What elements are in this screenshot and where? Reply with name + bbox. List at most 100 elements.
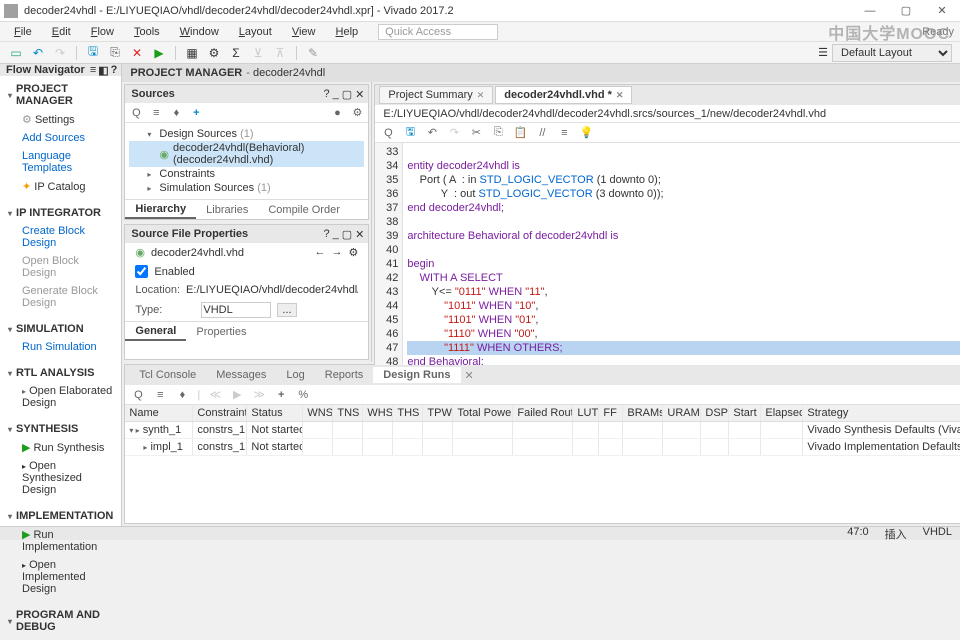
settings-icon[interactable]: ⚙ (206, 45, 222, 61)
p-max-icon[interactable]: ▢ (342, 228, 352, 241)
more-icon[interactable]: ? (111, 64, 118, 77)
menu-view[interactable]: View (284, 24, 324, 40)
ed-bulb-icon[interactable]: 💡 (579, 126, 593, 140)
tab-hierarchy[interactable]: Hierarchy (125, 201, 196, 219)
ed-search-icon[interactable]: Q (381, 126, 395, 140)
ed-copy-icon[interactable]: ⎘ (491, 126, 505, 140)
back-icon[interactable]: ↶ (30, 45, 46, 61)
forward-icon[interactable]: ↷ (52, 45, 68, 61)
ed-cut-icon[interactable]: ✂ (469, 126, 483, 140)
ed-paste-icon[interactable]: 📋 (513, 126, 527, 140)
tab-design-runs[interactable]: Design Runs (373, 367, 460, 383)
menu-flow[interactable]: Flow (83, 24, 122, 40)
collapse-icon[interactable]: ≡ (90, 64, 96, 77)
nav-language-templates[interactable]: Language Templates (0, 147, 121, 177)
dr-play-icon[interactable]: ▶ (230, 388, 244, 402)
filter-icon[interactable]: ● (330, 106, 344, 120)
tab-libraries[interactable]: Libraries (196, 202, 258, 218)
src-max-icon[interactable]: ▢ (342, 88, 352, 101)
src-close-icon[interactable]: ✕ (355, 88, 364, 101)
save-icon[interactable]: 🖫 (85, 45, 101, 61)
ed-redo-icon[interactable]: ↷ (447, 126, 461, 140)
section-simulation[interactable]: SIMULATION (0, 320, 121, 338)
tool3-icon[interactable]: ✎ (305, 45, 321, 61)
table-row[interactable]: ▾ ▸ synth_1constrs_1Not startedVivado Sy… (125, 422, 960, 439)
tab-project-summary[interactable]: Project Summary✕ (379, 86, 493, 104)
stop-icon[interactable]: ▦ (184, 45, 200, 61)
enabled-checkbox[interactable] (135, 265, 148, 278)
src-help-icon[interactable]: ? (324, 88, 330, 101)
close-button[interactable]: ✕ (928, 2, 956, 20)
dr-ff-icon[interactable]: ≫ (252, 388, 266, 402)
section-program-debug[interactable]: PROGRAM AND DEBUG (0, 606, 121, 636)
dr-filter-icon[interactable]: ♦ (175, 388, 189, 402)
cancel-icon[interactable]: ✕ (129, 45, 145, 61)
nav-run-synthesis[interactable]: ▶Run Synthesis (0, 438, 121, 457)
design-sources-node[interactable]: Design Sources (1) (159, 128, 253, 140)
menu-layout[interactable]: Layout (231, 24, 280, 40)
props-gear-icon[interactable]: ⚙ (349, 246, 359, 259)
sigma-icon[interactable]: Σ (228, 45, 244, 61)
dr-rewind-icon[interactable]: ≪ (208, 388, 222, 402)
constraints-node[interactable]: Constraints (159, 168, 215, 180)
dr-percent-icon[interactable]: % (296, 388, 310, 402)
nav-run-simulation[interactable]: Run Simulation (0, 338, 121, 356)
collapse-all-icon[interactable]: ≡ (149, 106, 163, 120)
nav-create-block-design[interactable]: Create Block Design (0, 222, 121, 252)
sim-sources-node[interactable]: Simulation Sources (1) (159, 182, 270, 194)
nav-settings[interactable]: ⚙ Settings (0, 110, 121, 129)
layout-dropdown[interactable]: Default Layout (832, 44, 952, 62)
design-runs-table[interactable]: NameConstraintsStatusWNSTNSWHSTHSTPWSTot… (125, 405, 960, 523)
expand-icon[interactable]: ♦ (169, 106, 183, 120)
maximize-button[interactable]: ▢ (892, 2, 920, 20)
code-text[interactable]: entity decoder24vhdl is Port ( A : in ST… (403, 143, 960, 385)
section-implementation[interactable]: IMPLEMENTATION (0, 507, 121, 525)
prev-icon[interactable]: ← (315, 246, 326, 259)
type-field[interactable] (201, 302, 271, 318)
tool1-icon[interactable]: ⊻ (250, 45, 266, 61)
menu-file[interactable]: File (6, 24, 40, 40)
next-icon[interactable]: → (332, 246, 343, 259)
tab-log[interactable]: Log (276, 367, 314, 383)
tab-properties[interactable]: Properties (186, 324, 256, 340)
tab-compile-order[interactable]: Compile Order (258, 202, 350, 218)
new-icon[interactable]: ▭ (8, 45, 24, 61)
tab-close-icon[interactable]: ✕ (465, 369, 474, 382)
menu-tools[interactable]: Tools (126, 24, 168, 40)
dr-search-icon[interactable]: Q (131, 388, 145, 402)
dr-collapse-icon[interactable]: ≡ (153, 388, 167, 402)
tab-messages[interactable]: Messages (206, 367, 276, 383)
menu-edit[interactable]: Edit (44, 24, 79, 40)
copy-icon[interactable]: ⎘ (107, 45, 123, 61)
tab-tcl-console[interactable]: Tcl Console (129, 367, 206, 383)
section-rtl-analysis[interactable]: RTL ANALYSIS (0, 364, 121, 382)
tool2-icon[interactable]: ⊼ (272, 45, 288, 61)
menu-help[interactable]: Help (328, 24, 367, 40)
tab-reports[interactable]: Reports (315, 367, 374, 383)
src-min-icon[interactable]: _ (333, 88, 339, 101)
table-row[interactable]: ▸ impl_1constrs_1Not startedVivado Imple… (125, 439, 960, 456)
p-help-icon[interactable]: ? (324, 228, 330, 241)
tab-editor-file[interactable]: decoder24vhdl.vhd *✕ (495, 86, 632, 104)
source-file-node[interactable]: decoder24vhdl(Behavioral) (decoder24vhdl… (173, 142, 364, 166)
pin-icon[interactable]: ◧ (98, 64, 108, 77)
ed-comment-icon[interactable]: // (535, 126, 549, 140)
nav-add-sources[interactable]: Add Sources (0, 129, 121, 147)
close-tab-icon[interactable]: ✕ (477, 90, 485, 101)
dr-add-icon[interactable]: + (274, 388, 288, 402)
p-close-icon[interactable]: ✕ (355, 228, 364, 241)
ed-save-icon[interactable]: 🖫 (403, 126, 417, 140)
p-min-icon[interactable]: _ (333, 228, 339, 241)
add-icon[interactable]: + (189, 106, 203, 120)
ed-undo-icon[interactable]: ↶ (425, 126, 439, 140)
nav-ip-catalog[interactable]: ✦ IP Catalog (0, 177, 121, 196)
type-browse-button[interactable]: ... (277, 303, 296, 317)
quick-access-search[interactable]: Quick Access (378, 24, 498, 40)
nav-run-implementation[interactable]: ▶Run Implementation (0, 525, 121, 556)
gear-icon[interactable]: ⚙ (350, 106, 364, 120)
section-project-manager[interactable]: PROJECT MANAGER (0, 80, 121, 110)
code-editor[interactable]: 3334353637383940414243444546474849 entit… (375, 143, 960, 385)
section-synthesis[interactable]: SYNTHESIS (0, 420, 121, 438)
nav-open-elaborated-design[interactable]: ▸ Open Elaborated Design (0, 382, 121, 412)
menu-window[interactable]: Window (172, 24, 227, 40)
